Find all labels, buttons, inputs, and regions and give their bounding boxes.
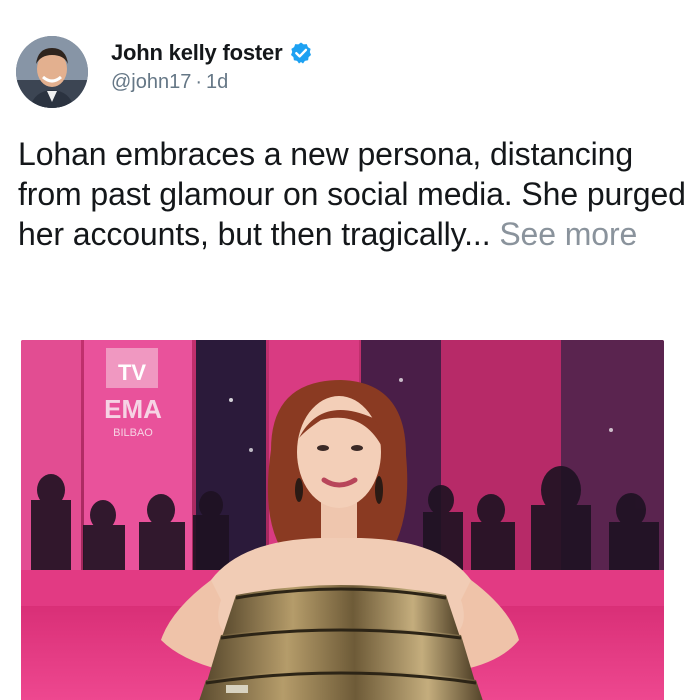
meta-separator: · bbox=[195, 71, 203, 93]
red-carpet-photo: TV EMA BILBAO bbox=[21, 340, 664, 700]
author-display-name[interactable]: John kelly foster bbox=[111, 40, 283, 66]
verified-badge-icon bbox=[291, 42, 312, 64]
author-meta: @john17 · 1d bbox=[111, 68, 313, 96]
author-handle[interactable]: @john17 bbox=[111, 71, 191, 93]
ema-logo-text: EMA bbox=[104, 394, 162, 424]
tweet-age[interactable]: 1d bbox=[206, 71, 228, 93]
bilbao-logo-text: BILBAO bbox=[113, 427, 153, 439]
tweet-text: Lohan embraces a new persona, distancing… bbox=[18, 134, 688, 254]
see-more-link[interactable]: See more bbox=[499, 216, 637, 252]
mtv-logo-text: TV bbox=[118, 360, 146, 385]
author-avatar[interactable] bbox=[16, 36, 88, 108]
tweet-photo[interactable]: TV EMA BILBAO bbox=[21, 340, 664, 700]
author-block: John kelly foster @john17 · 1d bbox=[111, 38, 313, 96]
tweet-card: John kelly foster @john17 · 1d Lohan embra… bbox=[0, 0, 700, 700]
user-avatar-photo-icon bbox=[16, 36, 88, 108]
